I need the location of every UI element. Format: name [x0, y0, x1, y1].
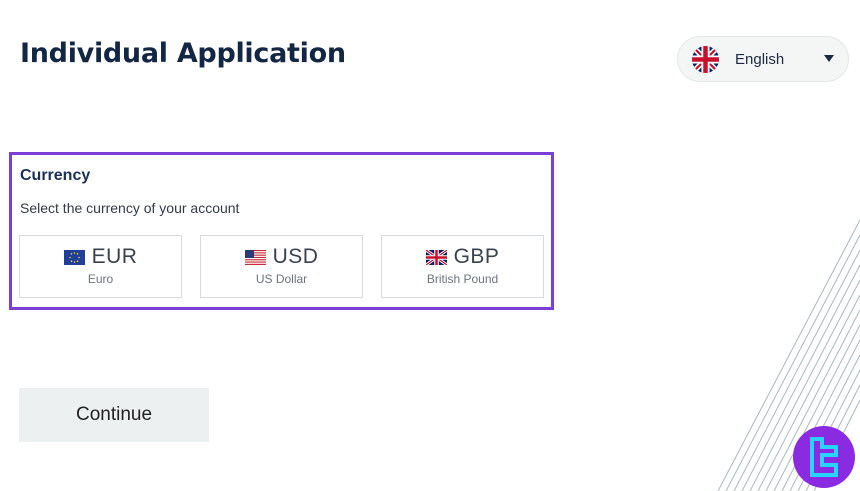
currency-name: British Pound	[426, 272, 499, 286]
currency-heading: Currency	[20, 167, 91, 184]
currency-code: GBP	[453, 245, 500, 268]
eu-flag-icon	[63, 249, 85, 265]
currency-subtitle: Select the currency of your account	[20, 200, 240, 216]
currency-name: Euro	[87, 272, 114, 286]
brand-logo-icon	[793, 426, 855, 488]
currency-section: Currency Select the currency of your acc…	[9, 152, 554, 310]
currency-option-usd[interactable]: USD US Dollar	[200, 235, 363, 298]
uk-flag-icon	[692, 45, 719, 73]
language-label: English	[735, 50, 785, 68]
currency-code: USD	[272, 245, 319, 268]
chevron-down-icon	[824, 55, 834, 62]
currency-code: EUR	[91, 245, 138, 268]
language-select[interactable]: English	[677, 36, 849, 82]
page-title: Individual Application	[20, 38, 346, 69]
us-flag-icon	[244, 249, 266, 265]
currency-option-gbp[interactable]: GBP British Pound	[381, 235, 544, 298]
currency-name: US Dollar	[255, 272, 308, 286]
continue-button[interactable]: Continue	[19, 388, 209, 442]
currency-option-eur[interactable]: EUR Euro	[19, 235, 182, 298]
uk-flag-icon	[425, 249, 447, 265]
